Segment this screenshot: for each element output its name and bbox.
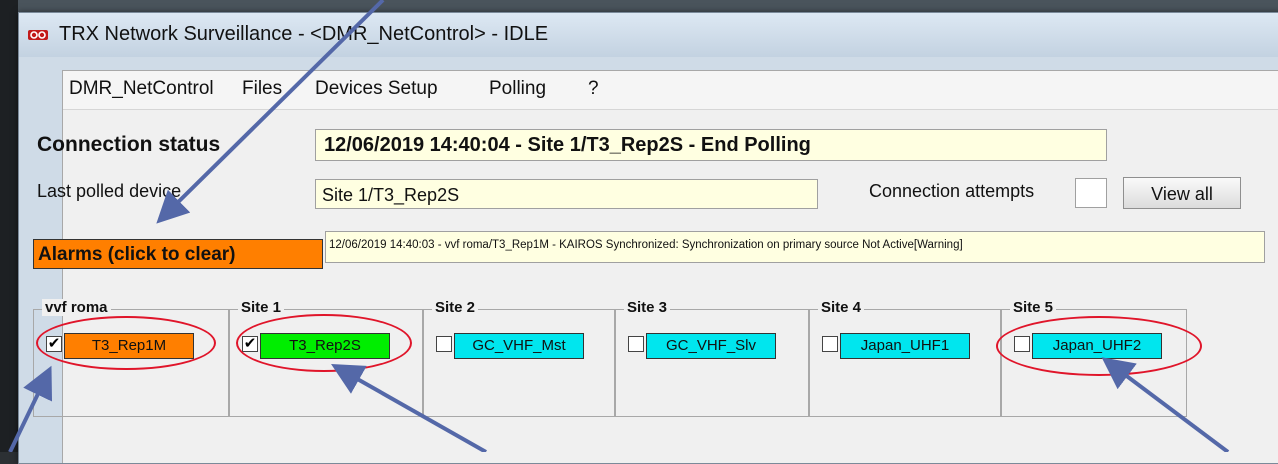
last-polled-device-field: Site 1/T3_Rep2S — [315, 179, 818, 209]
menu-devices-setup[interactable]: Devices Setup — [315, 78, 438, 100]
device-status-button[interactable]: Japan_UHF1 — [840, 333, 970, 359]
site-name-label: Site 5 — [1010, 299, 1057, 316]
site-group: Site 4 Japan_UHF1 — [809, 299, 1001, 417]
alarm-message-field: 12/06/2019 14:40:03 - vvf roma/T3_Rep1M … — [325, 231, 1265, 263]
menu-polling[interactable]: Polling — [489, 78, 546, 100]
site-group: Site 1 ✔ T3_Rep2S — [229, 299, 423, 417]
device-enable-checkbox[interactable] — [822, 336, 838, 352]
connection-attempts-field — [1075, 178, 1107, 208]
alarms-clear-button[interactable]: Alarms (click to clear) — [33, 239, 323, 269]
site-name-label: Site 2 — [432, 299, 479, 316]
device-enable-checkbox[interactable] — [628, 336, 644, 352]
device-enable-checkbox[interactable] — [1014, 336, 1030, 352]
device-enable-checkbox[interactable]: ✔ — [242, 336, 258, 352]
device-enable-checkbox[interactable] — [436, 336, 452, 352]
site-group: Site 5 Japan_UHF2 — [1001, 299, 1187, 417]
connection-attempts-label: Connection attempts — [869, 181, 1035, 201]
app-logo-icon — [28, 30, 48, 40]
window-title: TRX Network Surveillance - <DMR_NetContr… — [59, 23, 549, 45]
connection-status-label: Connection status — [37, 133, 221, 156]
menu-help[interactable]: ? — [588, 78, 599, 100]
device-status-button[interactable]: T3_Rep1M — [64, 333, 194, 359]
site-name-label: Site 3 — [624, 299, 671, 316]
site-group: Site 3 GC_VHF_Slv — [615, 299, 809, 417]
background-window-edge — [0, 0, 18, 452]
view-all-button[interactable]: View all — [1123, 177, 1241, 209]
connection-status-field: 12/06/2019 14:40:04 - Site 1/T3_Rep2S - … — [315, 129, 1107, 161]
site-name-label: Site 4 — [818, 299, 865, 316]
title-bar[interactable]: TRX Network Surveillance - <DMR_NetContr… — [19, 13, 1278, 57]
site-name-label: vvf roma — [42, 299, 111, 316]
menu-bar: DMR_NetControl Files Devices Setup Polli… — [63, 71, 1278, 110]
menu-files[interactable]: Files — [242, 78, 282, 100]
client-area: DMR_NetControl Files Devices Setup Polli… — [33, 70, 1278, 463]
device-status-button[interactable]: Japan_UHF2 — [1032, 333, 1162, 359]
site-name-label: Site 1 — [238, 299, 285, 316]
menu-dmr-netcontrol[interactable]: DMR_NetControl — [69, 78, 214, 100]
device-enable-checkbox[interactable]: ✔ — [46, 336, 62, 352]
device-status-button[interactable]: T3_Rep2S — [260, 333, 390, 359]
device-status-button[interactable]: GC_VHF_Mst — [454, 333, 584, 359]
last-polled-device-label: Last polled device — [37, 181, 182, 201]
site-group: Site 2 GC_VHF_Mst — [423, 299, 615, 417]
site-group: vvf roma ✔ T3_Rep1M — [33, 299, 229, 417]
device-status-button[interactable]: GC_VHF_Slv — [646, 333, 776, 359]
